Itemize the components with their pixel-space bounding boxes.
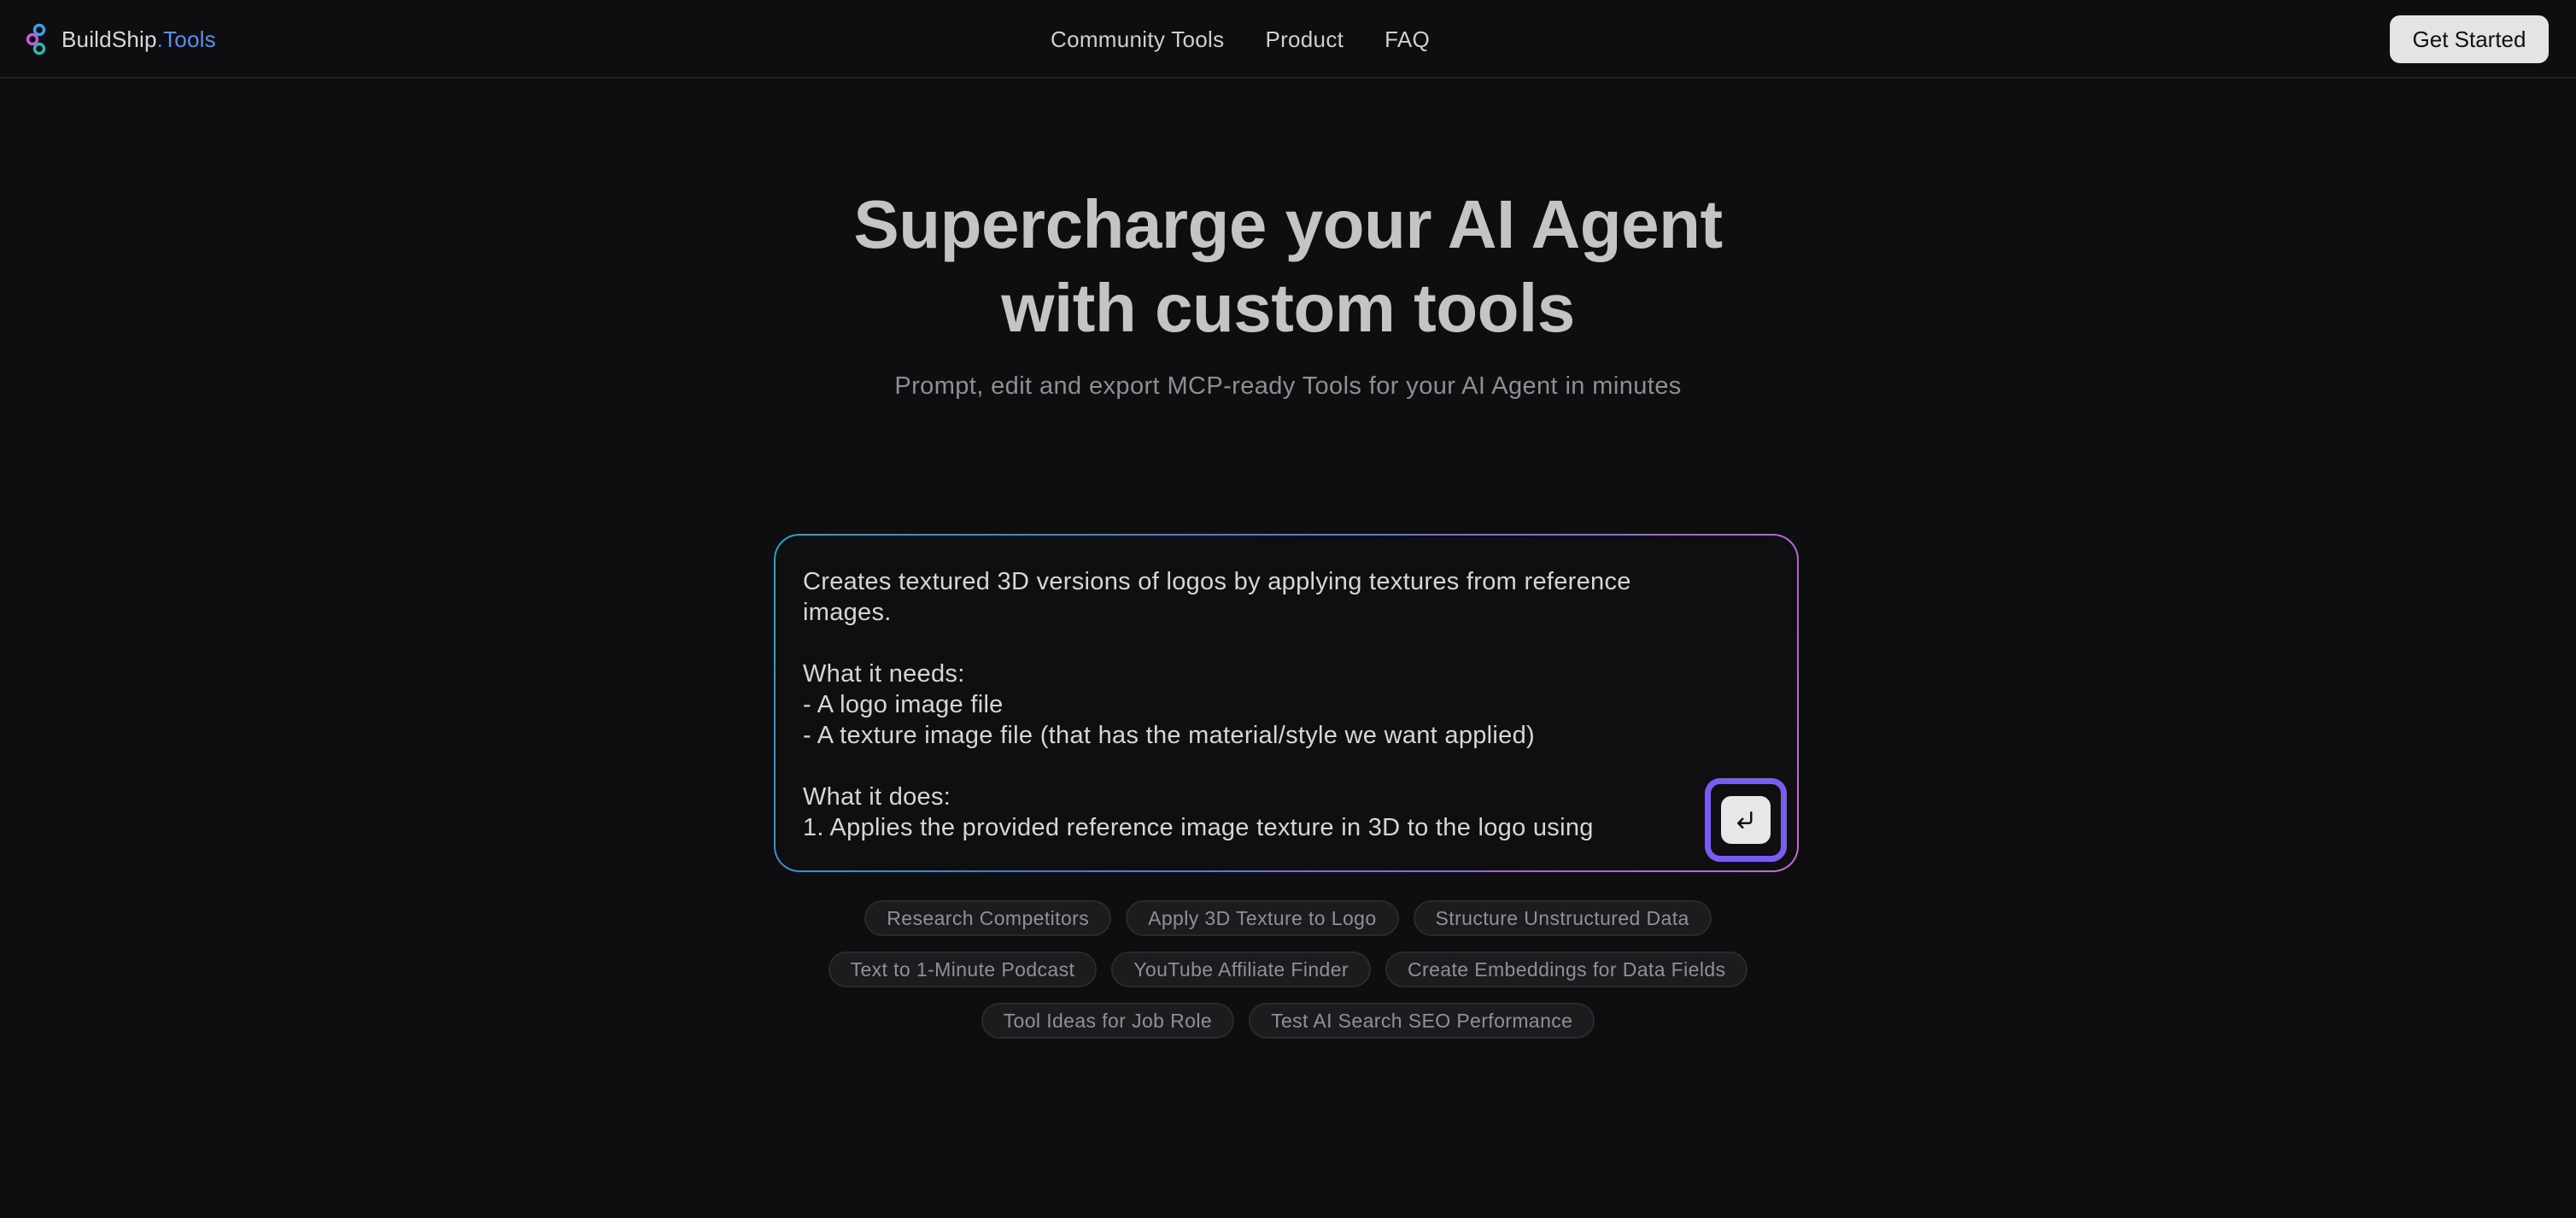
suggestion-chips: Research Competitors Apply 3D Texture to… [0,900,2576,1054]
brand-name-main: BuildShip [61,26,157,52]
top-navigation-bar: BuildShip.Tools Community Tools Product … [0,0,2576,79]
main-nav: Community Tools Product FAQ [1051,0,1430,79]
prompt-textarea[interactable]: Creates textured 3D versions of logos by… [803,566,1691,848]
suggestion-chip[interactable]: Text to 1-Minute Podcast [828,952,1098,987]
suggestion-row-3: Tool Ideas for Job Role Test AI Search S… [0,1003,2576,1039]
submit-button-focus-ring [1705,778,1787,862]
suggestion-chip[interactable]: Test AI Search SEO Performance [1249,1003,1595,1039]
suggestion-row-1: Research Competitors Apply 3D Texture to… [0,900,2576,936]
hero-title: Supercharge your AI Agent with custom to… [0,183,2576,350]
hero-title-line-2: with custom tools [1001,270,1575,346]
suggestion-chip[interactable]: YouTube Affiliate Finder [1111,952,1371,987]
nav-product[interactable]: Product [1265,26,1344,53]
submit-prompt-button[interactable] [1721,796,1771,844]
get-started-button[interactable]: Get Started [2390,15,2549,63]
suggestion-chip[interactable]: Research Competitors [864,900,1112,936]
nav-faq[interactable]: FAQ [1385,26,1430,53]
buildship-logo-icon [26,23,46,56]
suggestion-chip[interactable]: Tool Ideas for Job Role [981,1003,1235,1039]
enter-return-icon [1737,811,1753,829]
suggestion-row-2: Text to 1-Minute Podcast YouTube Affilia… [0,952,2576,987]
nav-community-tools[interactable]: Community Tools [1051,26,1224,53]
brand-logo-link[interactable]: BuildShip.Tools [26,22,216,56]
prompt-box-inner: Creates textured 3D versions of logos by… [776,536,1797,870]
hero-title-line-1: Supercharge your AI Agent [853,186,1723,262]
prompt-box: Creates textured 3D versions of logos by… [774,534,1799,872]
hero-subtitle: Prompt, edit and export MCP-ready Tools … [894,372,1682,400]
suggestion-chip[interactable]: Structure Unstructured Data [1413,900,1712,936]
brand-name-tld: .Tools [156,26,216,52]
suggestion-chip[interactable]: Create Embeddings for Data Fields [1385,952,1748,987]
suggestion-chip[interactable]: Apply 3D Texture to Logo [1126,900,1399,936]
brand-name: BuildShip.Tools [61,26,216,53]
